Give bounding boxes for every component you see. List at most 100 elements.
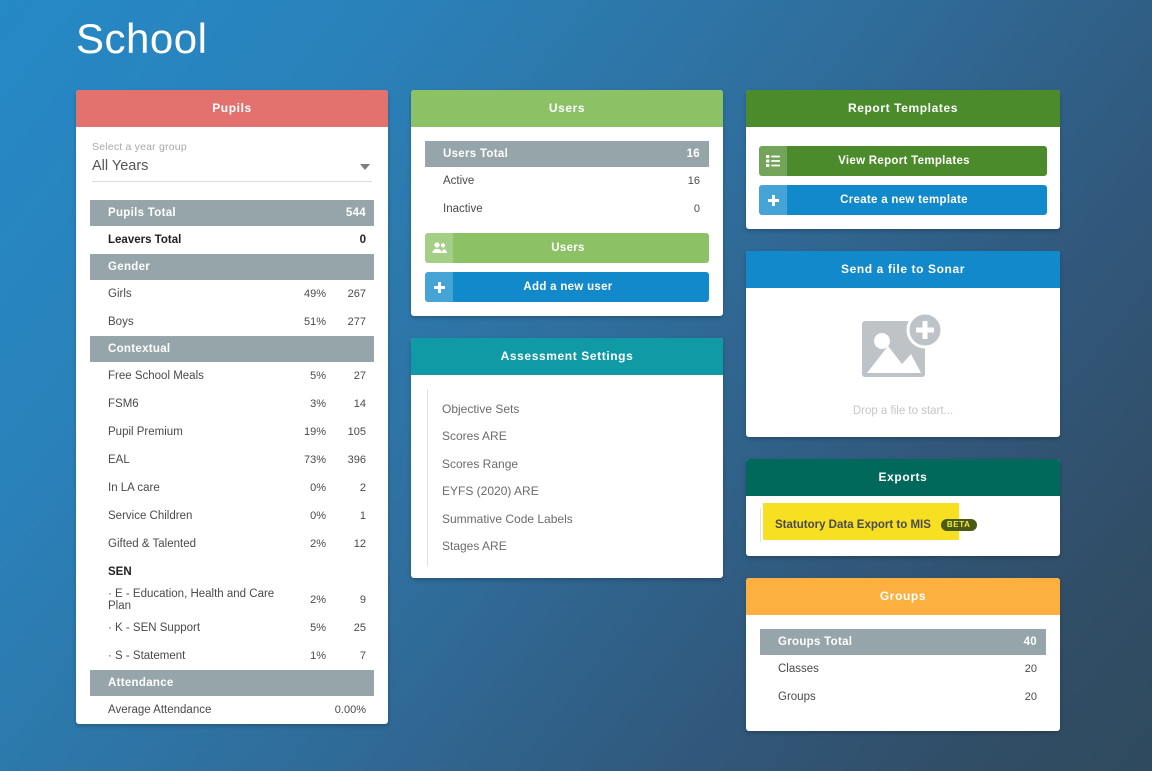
assessment-settings-item[interactable]: Summative Code Labels [428, 505, 723, 533]
stat-section-row: Groups Total 40 [760, 629, 1046, 655]
stat-row: Inactive 0 [425, 195, 709, 223]
beta-badge: BETA [940, 519, 977, 531]
stat-row: FSM6 3% 14 [90, 390, 374, 418]
stat-value: 9 [359, 594, 366, 606]
action-button[interactable]: Add a new user [425, 272, 709, 302]
page-title: School [76, 15, 208, 62]
stat-value: 105 [347, 426, 366, 438]
dashboard-grid: Pupils Select a year group All Years Pup… [76, 90, 1076, 731]
stat-value: 1 [359, 510, 366, 522]
card-users: Users Users Total 16 Active 16 Inactive 0 Use… [411, 90, 723, 316]
stat-percent: 51% [303, 316, 326, 328]
action-button[interactable]: Users [425, 233, 709, 263]
stat-row: Pupil Premium 19% 105 [90, 418, 374, 446]
chevron-down-icon[interactable] [360, 164, 370, 170]
card-send-file-to-sonar: Send a file to Sonar Drop a file to star… [746, 251, 1060, 437]
stat-value: 2 [359, 482, 366, 494]
year-group-field[interactable]: Select a year group All Years [76, 127, 388, 182]
stat-label: Gifted & Talented [108, 538, 197, 550]
column-middle: Users Users Total 16 Active 16 Inactive 0 Use… [411, 90, 723, 731]
stat-row: Girls 49% 267 [90, 280, 374, 308]
stat-value: 0 [359, 234, 366, 246]
groups-stats-table: Groups Total 40 Classes 20 Groups 20 [760, 629, 1046, 711]
stat-row: Groups 20 [760, 683, 1046, 711]
users-actions: Users Add a new user [425, 233, 709, 302]
exports-list: Statutory Data Export to MIS BETA [760, 503, 1046, 542]
stat-label: · E - Education, Health and Care Plan [108, 588, 275, 612]
stat-label: SEN [108, 566, 132, 578]
stat-value: 16 [686, 148, 700, 160]
action-button[interactable]: Create a new template [759, 185, 1047, 215]
card-exports: Exports Statutory Data Export to MIS BETA [746, 459, 1060, 556]
stat-percent: 0% [310, 482, 326, 494]
year-group-select[interactable]: All Years [92, 158, 372, 182]
stat-percent: 2% [310, 538, 326, 550]
file-dropzone[interactable]: Drop a file to start... [746, 288, 1060, 437]
stat-label: In LA care [108, 482, 160, 494]
stat-value: 7 [359, 650, 366, 662]
stat-value: 27 [353, 370, 366, 382]
stat-label: Inactive [443, 203, 483, 215]
card-users-header: Users [411, 90, 723, 127]
stat-row: EAL 73% 396 [90, 446, 374, 474]
assessment-settings-item[interactable]: Scores Range [428, 450, 723, 478]
assessment-settings-item[interactable]: EYFS (2020) ARE [428, 478, 723, 506]
stat-value: 14 [353, 398, 366, 410]
stat-value: 0.00% [334, 704, 366, 716]
stat-label: Users Total [443, 148, 509, 160]
assessment-settings-item[interactable]: Stages ARE [428, 533, 723, 561]
stat-row: SEN [90, 558, 374, 586]
stat-row: Average Attendance 0.00% [90, 696, 374, 724]
stat-label: Average Attendance [108, 704, 212, 716]
stat-section-row: Attendance [90, 670, 374, 696]
stat-value: 396 [347, 454, 366, 466]
stat-value: 0 [693, 203, 700, 215]
stat-label: Girls [108, 288, 132, 300]
stat-section-row: Pupils Total 544 [90, 200, 374, 226]
stat-value: 277 [347, 316, 366, 328]
assessment-settings-item[interactable]: Objective Sets [428, 395, 723, 423]
stat-value: 40 [1023, 636, 1037, 648]
assessment-settings-item[interactable]: Scores ARE [428, 423, 723, 451]
action-button[interactable]: View Report Templates [759, 146, 1047, 176]
stat-label: Classes [778, 663, 819, 675]
card-report-templates: Report Templates View Report Templates Cr… [746, 90, 1060, 229]
action-button-label: View Report Templates [838, 155, 970, 167]
card-groups: Groups Groups Total 40 Classes 20 Groups 20 [746, 578, 1060, 731]
stat-label: Leavers Total [108, 234, 182, 246]
card-reports-header: Report Templates [746, 90, 1060, 127]
stat-value: 20 [1024, 691, 1037, 703]
card-groups-header: Groups [746, 578, 1060, 615]
plus-icon [425, 272, 453, 302]
action-button-label: Users [551, 242, 585, 254]
stat-section-row: Users Total 16 [425, 141, 709, 167]
stat-value: 20 [1024, 663, 1037, 675]
stat-label: Gender [108, 261, 151, 273]
column-right: Report Templates View Report Templates Cr… [746, 90, 1060, 731]
action-button-label: Create a new template [840, 194, 968, 206]
stat-percent: 3% [310, 398, 326, 410]
stat-value: 16 [687, 175, 700, 187]
stat-label: Pupil Premium [108, 426, 183, 438]
stat-row: In LA care 0% 2 [90, 474, 374, 502]
stat-percent: 19% [303, 426, 326, 438]
stat-value: 267 [347, 288, 366, 300]
reports-actions: View Report Templates Create a new templa… [759, 146, 1047, 215]
pupils-stats-table: Pupils Total 544 Leavers Total 0 Gender Girls… [76, 200, 388, 724]
card-assessment-header: Assessment Settings [411, 338, 723, 375]
stat-value: 12 [353, 538, 366, 550]
stat-row: · E - Education, Health and Care Plan 2% 9 [90, 586, 374, 614]
users-stats-table: Users Total 16 Active 16 Inactive 0 [425, 141, 709, 223]
card-pupils-header: Pupils [76, 90, 388, 127]
stat-label: Service Children [108, 510, 193, 522]
stat-label: · S - Statement [108, 650, 186, 662]
action-button-label: Add a new user [523, 281, 613, 293]
stat-percent: 5% [310, 370, 326, 382]
stat-label: FSM6 [108, 398, 139, 410]
card-assessment-settings: Assessment Settings Objective Sets Scores… [411, 338, 723, 578]
year-group-label: Select a year group [92, 141, 187, 153]
dropzone-text: Drop a file to start... [852, 405, 954, 417]
stat-label: EAL [108, 454, 130, 466]
stat-row: Active 16 [425, 167, 709, 195]
stat-label: Boys [108, 316, 134, 328]
